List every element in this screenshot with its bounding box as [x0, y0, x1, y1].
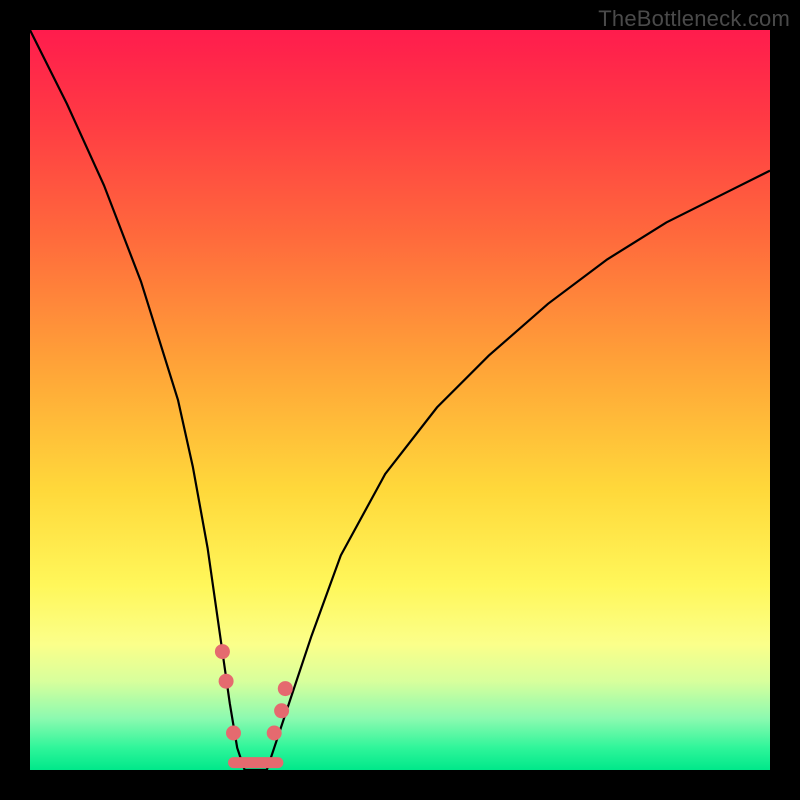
- bottleneck-curve: [30, 30, 770, 770]
- marker-dot: [226, 726, 241, 741]
- marker-dot: [219, 674, 234, 689]
- marker-dot: [267, 726, 282, 741]
- marker-dot: [278, 681, 293, 696]
- chart-svg: [30, 30, 770, 770]
- marker-dot: [274, 703, 289, 718]
- marker-dot: [215, 644, 230, 659]
- chart-area: [30, 30, 770, 770]
- attribution-label: TheBottleneck.com: [598, 6, 790, 32]
